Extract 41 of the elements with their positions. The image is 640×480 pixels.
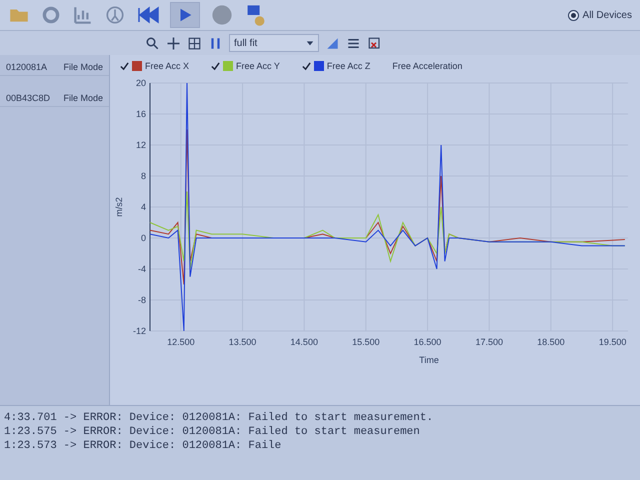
device-mode: File Mode xyxy=(63,93,103,103)
clear-icon[interactable] xyxy=(367,36,382,50)
y-tick-label: 12 xyxy=(136,140,146,150)
device-row[interactable]: 0120081A File Mode xyxy=(0,59,109,76)
y-tick-label: 16 xyxy=(136,109,146,119)
x-tick-label: 18.500 xyxy=(537,337,565,347)
x-tick-label: 12.500 xyxy=(167,337,195,347)
log-line: 4:33.701 -> ERROR: Device: 0120081A: Failed to start measurement. xyxy=(4,412,434,424)
legend-toggle[interactable]: Free Acc X xyxy=(120,61,190,71)
grid-icon[interactable] xyxy=(187,36,202,50)
device-id: 0120081A xyxy=(6,62,48,72)
log-line: 1:23.575 -> ERROR: Device: 0120081A: Failed to start measuremen xyxy=(4,426,421,438)
log-line: 1:23.573 -> ERROR: Device: 0120081A: Faile xyxy=(4,440,282,452)
legend-toggle[interactable]: Free Acc Z xyxy=(302,61,370,71)
x-axis-label: Time xyxy=(419,355,439,365)
y-tick-label: -12 xyxy=(132,326,146,336)
device-mode: File Mode xyxy=(63,62,103,72)
y-tick-label: 8 xyxy=(140,171,146,181)
move-icon[interactable] xyxy=(166,36,181,50)
x-tick-label: 17.500 xyxy=(475,337,503,347)
y-tick-label: -4 xyxy=(138,264,146,274)
caret-icon xyxy=(306,39,314,47)
play-button[interactable] xyxy=(170,2,200,28)
x-tick-label: 13.500 xyxy=(228,337,256,347)
triangle-icon[interactable] xyxy=(325,36,340,50)
device-row[interactable]: 00B43C8D File Mode xyxy=(0,90,109,107)
y-axis-label: m/s2 xyxy=(114,197,124,217)
y-tick-label: 4 xyxy=(140,202,146,212)
x-tick-label: 16.500 xyxy=(414,337,442,347)
legend-toggle[interactable]: Free Acc Y xyxy=(211,61,280,71)
x-tick-label: 14.500 xyxy=(290,337,318,347)
x-tick-label: 15.500 xyxy=(352,337,380,347)
zoom-icon[interactable] xyxy=(145,36,160,50)
y-tick-label: 0 xyxy=(140,233,146,243)
zoom-mode-dropdown[interactable]: full fit xyxy=(229,34,319,52)
all-devices-radio[interactable]: All Devices xyxy=(568,10,632,20)
chart-title: Free Acceleration xyxy=(392,61,462,71)
device-id: 00B43C8D xyxy=(6,93,50,103)
y-tick-label: 20 xyxy=(136,78,146,88)
x-tick-label: 19.500 xyxy=(598,337,626,347)
y-tick-label: -8 xyxy=(138,295,146,305)
